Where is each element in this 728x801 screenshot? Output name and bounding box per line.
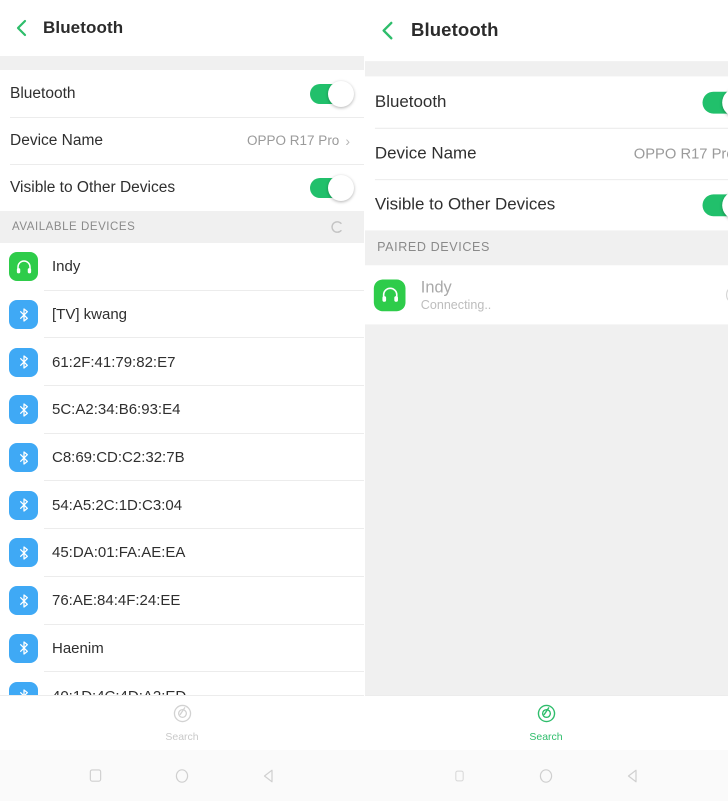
toggle-knob bbox=[722, 87, 728, 117]
right-phone-panel: Bluetooth Bluetooth Device Name OPPO R17… bbox=[364, 0, 728, 750]
available-devices-list: Indy [TV] kwang 61:2F:41:79:82:E7 5C:A2:… bbox=[0, 243, 364, 720]
right-panel-body: Bluetooth Bluetooth Device Name OPPO R17… bbox=[364, 0, 728, 750]
home-button[interactable] bbox=[533, 763, 559, 789]
right-nav-header: Bluetooth bbox=[364, 0, 728, 62]
device-name: Indy bbox=[52, 258, 81, 276]
visibility-toggle[interactable] bbox=[310, 174, 354, 201]
list-item[interactable]: C8:69:CD:C2:32:7B bbox=[0, 433, 364, 482]
recents-button[interactable] bbox=[446, 763, 472, 789]
bluetooth-icon bbox=[9, 347, 38, 377]
setting-row-device-name[interactable]: Device Name OPPO R17 Pro › bbox=[0, 117, 364, 164]
device-name: [TV] kwang bbox=[52, 306, 128, 324]
dual-panel-container: Bluetooth Bluetooth Device Name OPPO R17… bbox=[0, 0, 728, 750]
system-nav-right bbox=[364, 750, 728, 801]
list-item[interactable]: Indy bbox=[0, 243, 364, 291]
section-label: AVAILABLE DEVICES bbox=[12, 221, 136, 233]
device-name: 45:DA:01:FA:AE:EA bbox=[52, 544, 186, 562]
home-button[interactable] bbox=[169, 763, 195, 789]
screenshot-root: Bluetooth Bluetooth Device Name OPPO R17… bbox=[0, 0, 728, 801]
device-name: Indy bbox=[420, 277, 452, 297]
device-name-value: OPPO R17 Pro bbox=[247, 133, 340, 148]
device-status: Connecting.. bbox=[420, 298, 492, 312]
system-nav-left bbox=[0, 750, 364, 801]
info-circle-icon[interactable] bbox=[724, 284, 728, 306]
back-button[interactable] bbox=[256, 763, 282, 789]
bluetooth-icon bbox=[9, 633, 38, 663]
setting-label: Device Name bbox=[10, 131, 104, 149]
bluetooth-icon bbox=[9, 490, 38, 520]
list-item[interactable]: 61:2F:41:79:82:E7 bbox=[0, 338, 364, 387]
headphone-icon bbox=[373, 279, 406, 311]
bluetooth-toggle[interactable] bbox=[310, 80, 354, 107]
bluetooth-icon bbox=[9, 586, 38, 616]
page-title: Bluetooth bbox=[43, 18, 124, 37]
panel-divider bbox=[364, 0, 365, 750]
device-name-value: OPPO R17 Pro bbox=[633, 145, 728, 162]
recents-button[interactable] bbox=[82, 763, 108, 789]
device-name: Haenim bbox=[52, 639, 104, 657]
device-name: 76:AE:84:4F:24:EE bbox=[52, 592, 181, 610]
list-item[interactable]: Indy Connecting.. bbox=[364, 265, 728, 325]
page-title: Bluetooth bbox=[410, 19, 499, 41]
bluetooth-icon bbox=[9, 300, 38, 330]
setting-label: Bluetooth bbox=[374, 92, 447, 111]
bluetooth-icon bbox=[9, 395, 38, 425]
search-button[interactable]: Search bbox=[0, 695, 364, 750]
headphone-icon bbox=[9, 252, 38, 282]
device-name: 61:2F:41:79:82:E7 bbox=[52, 353, 176, 371]
setting-row-bluetooth[interactable]: Bluetooth bbox=[364, 76, 728, 128]
left-nav-header: Bluetooth bbox=[0, 0, 364, 56]
bluetooth-icon bbox=[9, 443, 38, 473]
search-button[interactable]: Search bbox=[364, 695, 728, 750]
setting-row-bluetooth[interactable]: Bluetooth bbox=[0, 70, 364, 117]
empty-list-area bbox=[364, 324, 728, 750]
chevron-left-icon[interactable] bbox=[8, 15, 34, 41]
paired-devices-list: Indy Connecting.. bbox=[364, 265, 728, 325]
back-button[interactable] bbox=[620, 763, 646, 789]
list-item[interactable]: 54:A5:2C:1D:C3:04 bbox=[0, 481, 364, 530]
header-divider-band bbox=[364, 61, 728, 77]
toggle-knob bbox=[722, 190, 728, 219]
device-name: C8:69:CD:C2:32:7B bbox=[52, 449, 185, 467]
left-panel-body: Bluetooth Bluetooth Device Name OPPO R17… bbox=[0, 0, 364, 750]
list-item[interactable]: 45:DA:01:FA:AE:EA bbox=[0, 529, 364, 577]
toggle-knob bbox=[328, 174, 354, 201]
android-system-nav bbox=[0, 750, 728, 801]
setting-row-visible[interactable]: Visible to Other Devices bbox=[364, 179, 728, 231]
search-button-label: Search bbox=[529, 731, 563, 743]
setting-label: Bluetooth bbox=[10, 84, 76, 102]
setting-label: Device Name bbox=[374, 143, 477, 163]
paired-devices-section-header: PAIRED DEVICES bbox=[364, 230, 728, 266]
list-item[interactable]: 76:AE:84:4F:24:EE bbox=[0, 576, 364, 625]
setting-label: Visible to Other Devices bbox=[374, 194, 556, 214]
search-target-icon bbox=[172, 703, 193, 729]
device-name: 54:A5:2C:1D:C3:04 bbox=[52, 496, 183, 514]
search-target-icon bbox=[536, 703, 557, 729]
list-item[interactable]: Haenim bbox=[0, 624, 364, 673]
setting-row-visible[interactable]: Visible to Other Devices bbox=[0, 164, 364, 211]
chevron-left-icon[interactable] bbox=[373, 16, 401, 44]
setting-label: Visible to Other Devices bbox=[10, 178, 176, 196]
available-devices-section-header: AVAILABLE DEVICES bbox=[0, 211, 364, 243]
chevron-right-icon: › bbox=[345, 132, 350, 149]
header-divider-band bbox=[0, 56, 364, 70]
device-name: 5C:A2:34:B6:93:E4 bbox=[52, 401, 181, 419]
search-button-label: Search bbox=[165, 731, 199, 743]
visibility-toggle[interactable] bbox=[702, 190, 728, 219]
list-item[interactable]: [TV] kwang bbox=[0, 290, 364, 339]
bluetooth-toggle[interactable] bbox=[702, 87, 728, 117]
setting-row-device-name[interactable]: Device Name OPPO R17 Pro › bbox=[364, 127, 728, 180]
toggle-knob bbox=[328, 80, 354, 107]
loading-spinner-icon bbox=[330, 220, 344, 234]
left-phone-panel: Bluetooth Bluetooth Device Name OPPO R17… bbox=[0, 0, 364, 750]
list-item[interactable]: 5C:A2:34:B6:93:E4 bbox=[0, 386, 364, 434]
section-label: PAIRED DEVICES bbox=[377, 241, 490, 255]
bluetooth-icon bbox=[9, 538, 38, 568]
